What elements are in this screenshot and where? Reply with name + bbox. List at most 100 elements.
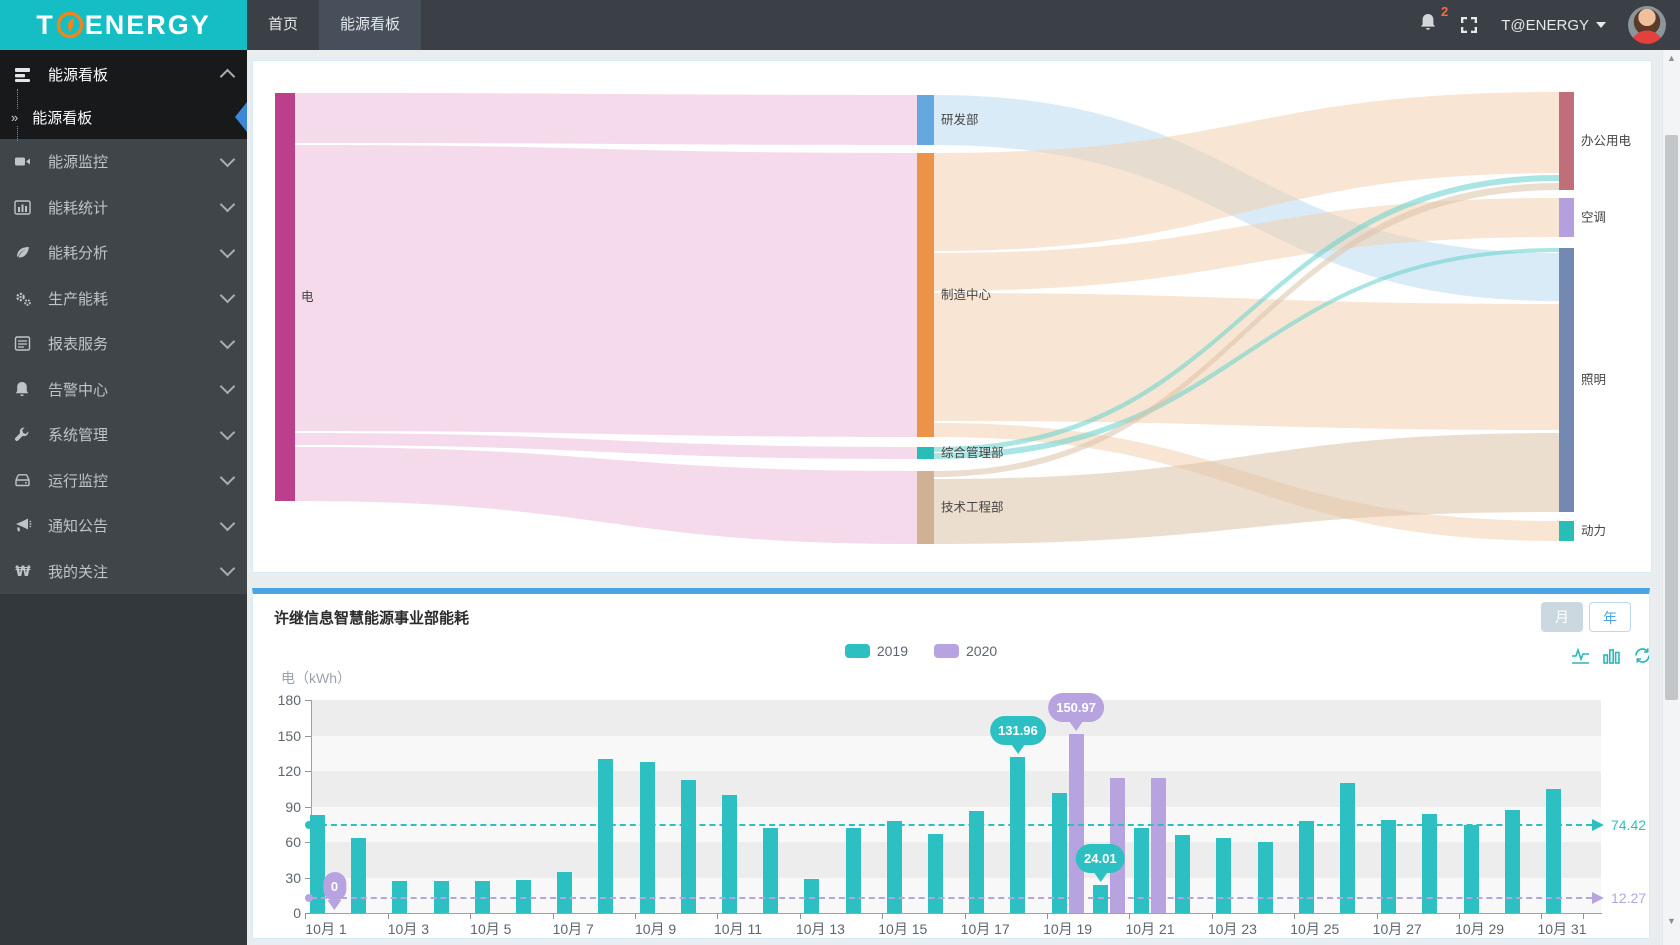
grid-band [311, 877, 1601, 913]
bar-2019-day29[interactable] [1463, 825, 1479, 913]
sankey-node-yanfa[interactable] [917, 95, 934, 145]
bar-2020-day21[interactable] [1151, 778, 1166, 913]
logo-leaf-icon [56, 11, 84, 39]
sidebar-item-7[interactable]: 运行监控 [0, 458, 247, 504]
sidebar-item-0[interactable]: 能源监控 [0, 139, 247, 185]
sidebar-item-4[interactable]: 报表服务 [0, 321, 247, 367]
x-tick-mark [1294, 913, 1296, 919]
grid-band [311, 771, 1601, 807]
energy-consumption-panel: 许继信息智慧能源事业部能耗 月 年 2019 2020 电（kWh） 180 1… [252, 588, 1650, 939]
bar-2019-day2[interactable] [351, 838, 367, 913]
refresh-icon[interactable] [1633, 646, 1649, 665]
bar-2019-day21[interactable] [1134, 827, 1149, 913]
bar-2019-day24[interactable] [1257, 842, 1273, 913]
sankey-node-jishu[interactable] [917, 471, 934, 544]
sankey-node-zhaoming[interactable] [1559, 248, 1574, 512]
sankey-node-dongli[interactable] [1559, 521, 1574, 541]
bar-2019-day19[interactable] [1051, 793, 1067, 913]
vertical-scrollbar[interactable]: ▲ ▼ [1662, 50, 1680, 945]
chevron-down-icon [219, 378, 236, 395]
marker-pin-2020[interactable]: 150.97 [1048, 693, 1104, 732]
sidebar-item-1[interactable]: 能耗统计 [0, 185, 247, 231]
sankey-link-3[interactable] [295, 447, 917, 544]
legend-swatch-2019 [844, 644, 870, 658]
sankey-node-zhizao[interactable] [917, 153, 934, 437]
x-tick-mark [1129, 913, 1131, 919]
bar-2019-day14[interactable] [845, 827, 861, 913]
sankey-node-label-zhaoming: 照明 [1581, 373, 1606, 387]
sankey-node-bangong[interactable] [1559, 92, 1574, 190]
bar-2019-day31[interactable] [1546, 788, 1561, 913]
sidebar-item-3[interactable]: 生产能耗 [0, 276, 247, 322]
sidebar-item-label: 我的关注 [48, 563, 109, 581]
bar-2019-day12[interactable] [763, 827, 779, 913]
sankey-node-dian[interactable] [275, 93, 295, 501]
marker-pin-2020[interactable]: 0 [322, 872, 347, 910]
bar-2019-day16[interactable] [928, 833, 943, 913]
scroll-up-arrow[interactable]: ▲ [1663, 50, 1680, 66]
sidebar-group-energy-dashboard[interactable]: 能源看板 [0, 54, 247, 95]
marker-pin-2019[interactable]: 24.01 [1076, 843, 1125, 882]
scroll-down-arrow[interactable]: ▼ [1663, 913, 1680, 929]
sankey-node-zonghe[interactable] [917, 447, 934, 459]
chevron-down-icon [219, 287, 236, 304]
x-tick-label: 10月 21 [1125, 921, 1175, 937]
sidebar-item-6[interactable]: 系统管理 [0, 412, 247, 458]
y-tick-label: 120 [277, 763, 301, 779]
sidebar-item-label: 运行监控 [48, 472, 109, 490]
bar-2019-day6[interactable] [516, 879, 531, 913]
user-menu[interactable]: T@ENERGY [1501, 17, 1606, 34]
x-tick-label: 10月 19 [1043, 921, 1093, 937]
bar-2019-day7[interactable] [557, 871, 573, 913]
bar-2019-day8[interactable] [598, 759, 614, 913]
bar-2019-day9[interactable] [639, 761, 655, 913]
sidebar-item-label: 生产能耗 [48, 290, 109, 308]
bar-2019-day26[interactable] [1340, 782, 1355, 913]
legend-item-2020[interactable]: 2020 [934, 643, 997, 659]
chart-title: 许继信息智慧能源事业部能耗 [274, 610, 470, 627]
sankey-link-1[interactable] [295, 145, 917, 437]
sankey-panel: 电 研发部 制造中心 综合管理部 技术工程部 办公用电 空调 照明 动力 [252, 60, 1652, 573]
sidebar-item-label: 告警中心 [48, 381, 109, 399]
y-tick-label: 180 [277, 692, 301, 708]
sidebar-item-2[interactable]: 能耗分析 [0, 230, 247, 276]
sankey-link-0[interactable] [295, 93, 917, 145]
bar-2019-day23[interactable] [1216, 838, 1232, 913]
sidebar-item-5[interactable]: 告警中心 [0, 367, 247, 413]
bar-2019-day10[interactable] [680, 780, 696, 913]
bar-chart-icon[interactable] [1602, 646, 1621, 665]
tab-energy-dashboard[interactable]: 能源看板 [319, 0, 422, 50]
x-tick-label: 10月 15 [878, 921, 928, 937]
legend-item-2019[interactable]: 2019 [844, 643, 908, 659]
toggle-year-button[interactable]: 年 [1589, 602, 1631, 632]
bar-2019-day11[interactable] [722, 794, 737, 913]
bar-2019-day22[interactable] [1175, 834, 1191, 913]
sankey-node-label-bangong: 办公用电 [1581, 133, 1632, 148]
tab-home[interactable]: 首页 [247, 0, 319, 50]
x-tick-mark [1211, 913, 1213, 919]
notification-bell-icon[interactable]: 2 [1419, 4, 1448, 37]
sidebar-group-label: 能源看板 [48, 67, 109, 84]
sidebar-item-8[interactable]: 通知公告 [0, 503, 247, 549]
sidebar-item-energy-dashboard[interactable]: » 能源看板 [0, 89, 247, 141]
x-tick-label: 10月 5 [470, 921, 512, 937]
y-tick-mark [305, 806, 311, 808]
user-avatar[interactable] [1628, 6, 1666, 44]
sidebar-item-9[interactable]: ₩ 我的关注 [0, 549, 247, 595]
line-chart-icon[interactable] [1571, 646, 1590, 665]
average-line-dot [305, 820, 313, 829]
scrollbar-thumb[interactable] [1665, 135, 1678, 700]
toggle-month-button[interactable]: 月 [1541, 602, 1583, 632]
fullscreen-icon[interactable] [1459, 15, 1479, 35]
drive-icon [14, 472, 40, 489]
sankey-node-label-dian: 电 [301, 290, 314, 304]
chevron-down-icon [219, 560, 236, 577]
y-tick-mark [305, 700, 311, 701]
sidebar-item-label: 通知公告 [48, 518, 109, 536]
bar-2019-day13[interactable] [804, 878, 820, 913]
marker-pin-2019[interactable]: 131.96 [990, 715, 1046, 754]
bar-2019-day18[interactable] [1010, 756, 1026, 913]
sankey-chart[interactable]: 电 研发部制造中心综合管理部技术工程部 办公用电空调照明动力 [253, 61, 1649, 570]
sankey-node-kongtiao[interactable] [1559, 198, 1574, 237]
average-line-2020 [311, 897, 1592, 900]
